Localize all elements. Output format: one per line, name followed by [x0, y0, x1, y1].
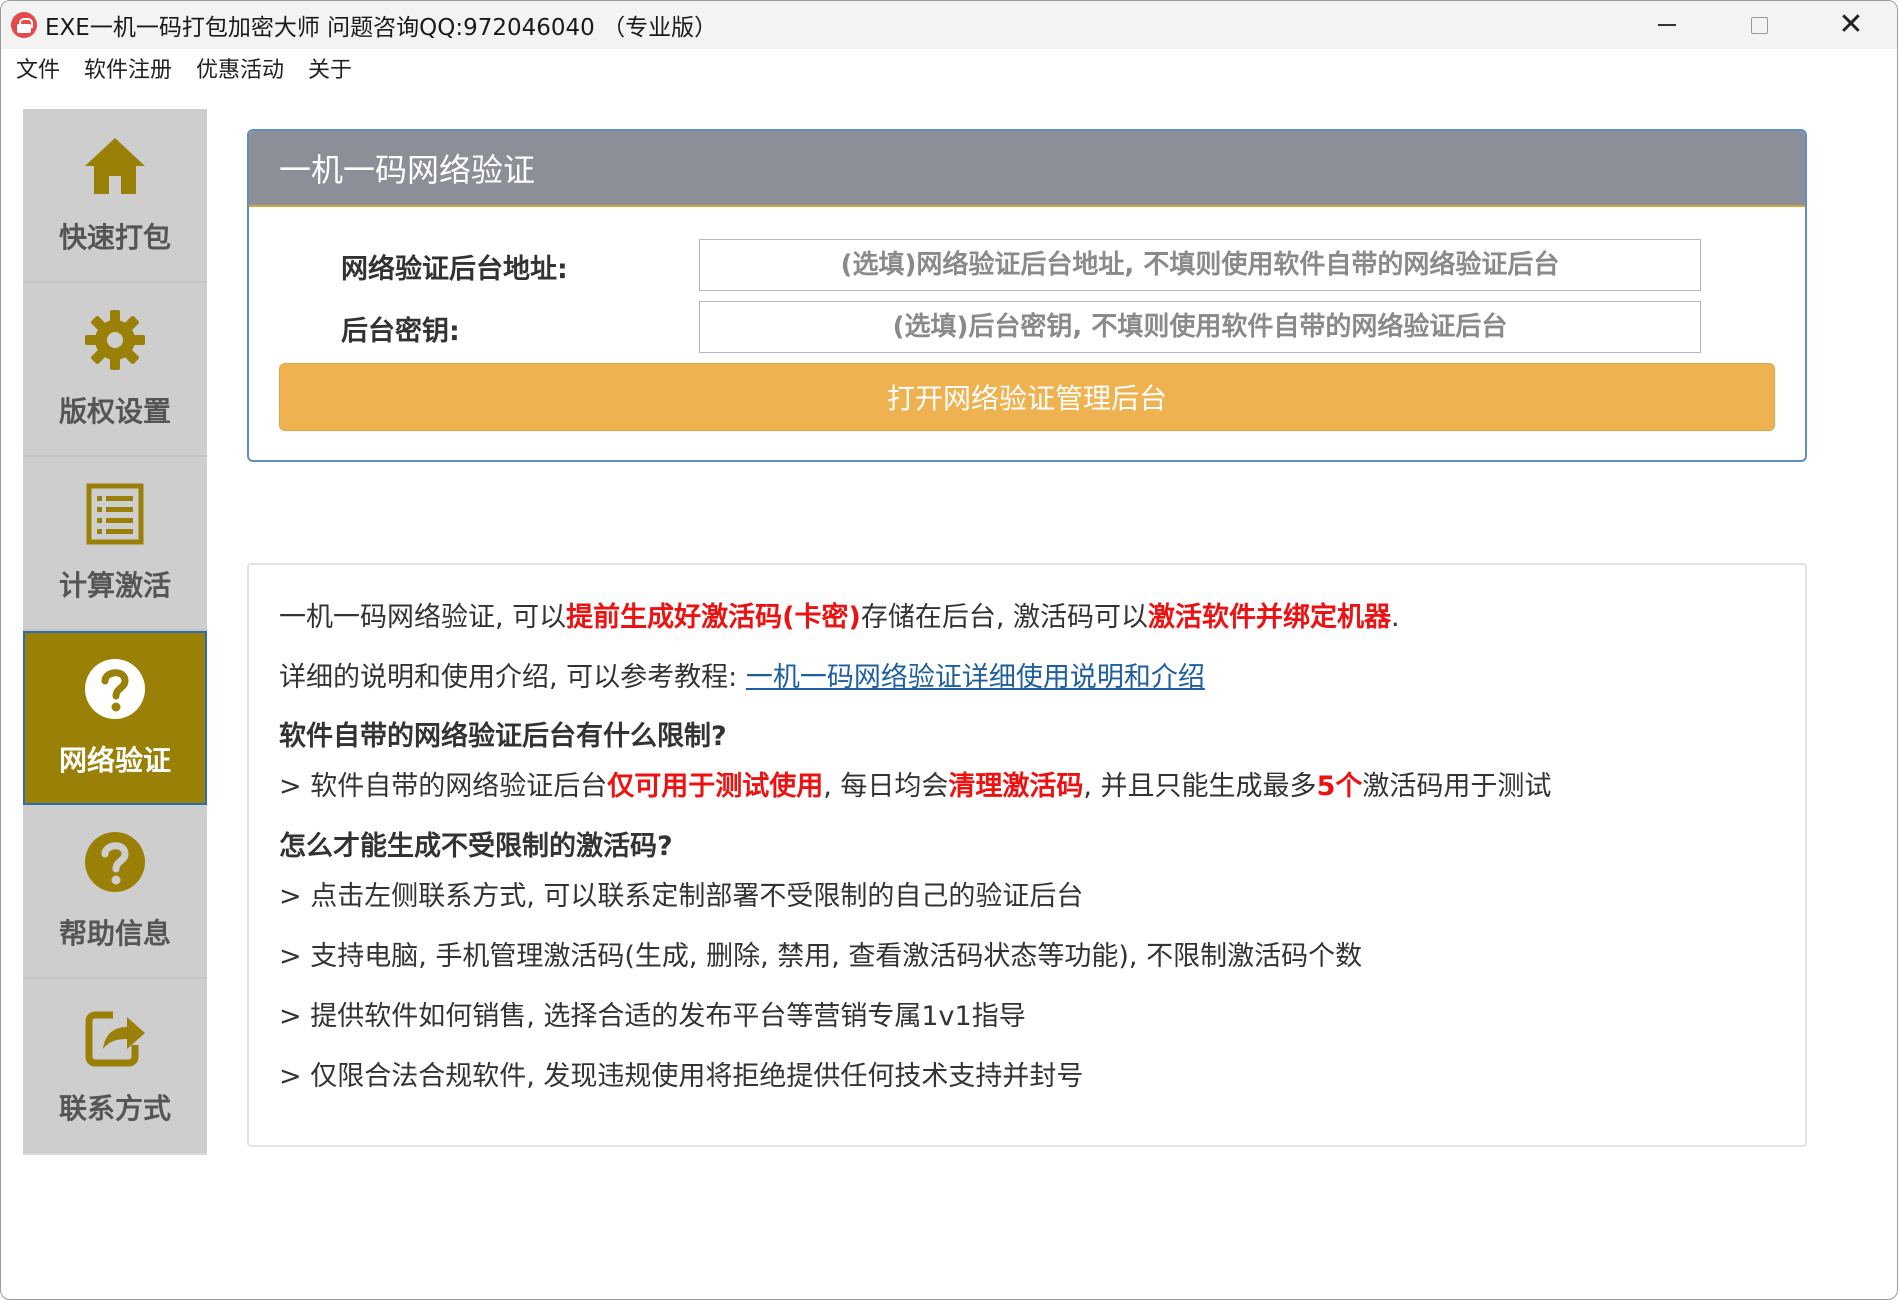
- menu-register[interactable]: 软件注册: [75, 52, 181, 84]
- network-verify-panel: 一机一码网络验证 网络验证后台地址: 后台密钥: 打开网络验证管理后台: [247, 129, 1807, 462]
- menu-bar: 文件 软件注册 优惠活动 关于: [1, 49, 1897, 87]
- window-title: EXE一机一码打包加密大师 问题咨询QQ:972046040 （专业版）: [45, 8, 717, 42]
- window-controls: ✕: [1621, 1, 1897, 49]
- question-icon: [83, 657, 147, 721]
- backend-address-label: 网络验证后台地址:: [341, 247, 568, 286]
- sidebar-item-network-verify[interactable]: 网络验证: [23, 631, 207, 805]
- limit-heading: 软件自带的网络验证后台有什么限制?: [279, 714, 727, 753]
- backend-address-row: 网络验证后台地址:: [249, 239, 1805, 291]
- open-backend-button[interactable]: 打开网络验证管理后台: [279, 363, 1775, 431]
- sidebar-item-label: 版权设置: [59, 390, 171, 430]
- menu-about[interactable]: 关于: [299, 52, 361, 84]
- sidebar-item-label: 联系方式: [59, 1087, 171, 1127]
- sidebar-item-help[interactable]: 帮助信息: [23, 805, 207, 979]
- highlight-text: 仅可用于测试使用: [607, 771, 823, 802]
- sidebar-item-contact[interactable]: 联系方式: [23, 979, 207, 1153]
- share-icon: [83, 1005, 147, 1069]
- sidebar: 快速打包 版权设置: [23, 109, 207, 1155]
- sidebar-item-label: 快速打包: [59, 216, 171, 256]
- intro-text: 存储在后台, 激活码可以: [861, 602, 1148, 633]
- list-icon: [83, 482, 147, 546]
- highlight-text: 提前生成好激活码(卡密): [566, 602, 861, 633]
- bullet-item: > 点击左侧联系方式, 可以联系定制部署不受限制的自己的验证后台: [279, 874, 1083, 913]
- sidebar-item-compute-activation[interactable]: 计算激活: [23, 457, 207, 631]
- gear-icon: [83, 308, 147, 372]
- intro-text: .: [1391, 602, 1400, 633]
- intro-text: 一机一码网络验证, 可以: [279, 602, 566, 633]
- minimize-icon: [1658, 24, 1676, 26]
- tutorial-line: 详细的说明和使用介绍, 可以参考教程: 一机一码网络验证详细使用说明和介绍: [279, 655, 1205, 694]
- close-icon: ✕: [1838, 10, 1863, 40]
- home-icon: [83, 134, 147, 198]
- menu-file[interactable]: 文件: [7, 52, 69, 84]
- bullet-item: > 提供软件如何销售, 选择合适的发布平台等营销专属1v1指导: [279, 994, 1026, 1033]
- title-bar: EXE一机一码打包加密大师 问题咨询QQ:972046040 （专业版） ✕: [1, 1, 1897, 49]
- app-window: EXE一机一码打包加密大师 问题咨询QQ:972046040 （专业版） ✕ 文…: [0, 0, 1898, 1300]
- sidebar-item-copyright[interactable]: 版权设置: [23, 283, 207, 457]
- limit-text: , 并且只能生成最多: [1083, 771, 1316, 802]
- tutorial-link[interactable]: 一机一码网络验证详细使用说明和介绍: [746, 662, 1205, 693]
- intro-line: 一机一码网络验证, 可以提前生成好激活码(卡密)存储在后台, 激活码可以激活软件…: [279, 595, 1400, 634]
- sidebar-item-label: 网络验证: [59, 739, 171, 779]
- tutorial-text: 详细的说明和使用介绍, 可以参考教程:: [279, 662, 746, 693]
- maximize-icon: [1751, 17, 1768, 34]
- panel-title: 一机一码网络验证: [279, 145, 535, 191]
- limit-line: > 软件自带的网络验证后台仅可用于测试使用, 每日均会清理激活码, 并且只能生成…: [279, 764, 1551, 803]
- highlight-text: 5个: [1317, 771, 1363, 802]
- backend-key-row: 后台密钥:: [249, 301, 1805, 353]
- backend-address-field-box: [699, 239, 1701, 291]
- panel-header: 一机一码网络验证: [249, 131, 1805, 207]
- limit-text: > 软件自带的网络验证后台: [279, 771, 607, 802]
- bullet-item: > 支持电脑, 手机管理激活码(生成, 删除, 禁用, 查看激活码状态等功能),…: [279, 934, 1362, 973]
- question-icon: [83, 830, 147, 894]
- menu-promotions[interactable]: 优惠活动: [187, 52, 293, 84]
- info-card: 一机一码网络验证, 可以提前生成好激活码(卡密)存储在后台, 激活码可以激活软件…: [247, 563, 1807, 1147]
- lock-icon: [11, 12, 37, 38]
- backend-address-input[interactable]: [700, 240, 1700, 290]
- close-button[interactable]: ✕: [1805, 1, 1897, 49]
- minimize-button[interactable]: [1621, 1, 1713, 49]
- backend-key-label: 后台密钥:: [341, 309, 460, 348]
- sidebar-item-label: 计算激活: [59, 564, 171, 604]
- limit-text: 激活码用于测试: [1362, 771, 1551, 802]
- highlight-text: 清理激活码: [948, 771, 1083, 802]
- bullet-item: > 仅限合法合规软件, 发现违规使用将拒绝提供任何技术支持并封号: [279, 1054, 1083, 1093]
- limit-text: , 每日均会: [823, 771, 948, 802]
- sidebar-item-quick-pack[interactable]: 快速打包: [23, 109, 207, 283]
- highlight-text: 激活软件并绑定机器: [1148, 602, 1391, 633]
- backend-key-field-box: [699, 301, 1701, 353]
- backend-key-input[interactable]: [700, 302, 1700, 352]
- unlimited-heading: 怎么才能生成不受限制的激活码?: [279, 824, 673, 863]
- maximize-button[interactable]: [1713, 1, 1805, 49]
- sidebar-item-label: 帮助信息: [59, 912, 171, 952]
